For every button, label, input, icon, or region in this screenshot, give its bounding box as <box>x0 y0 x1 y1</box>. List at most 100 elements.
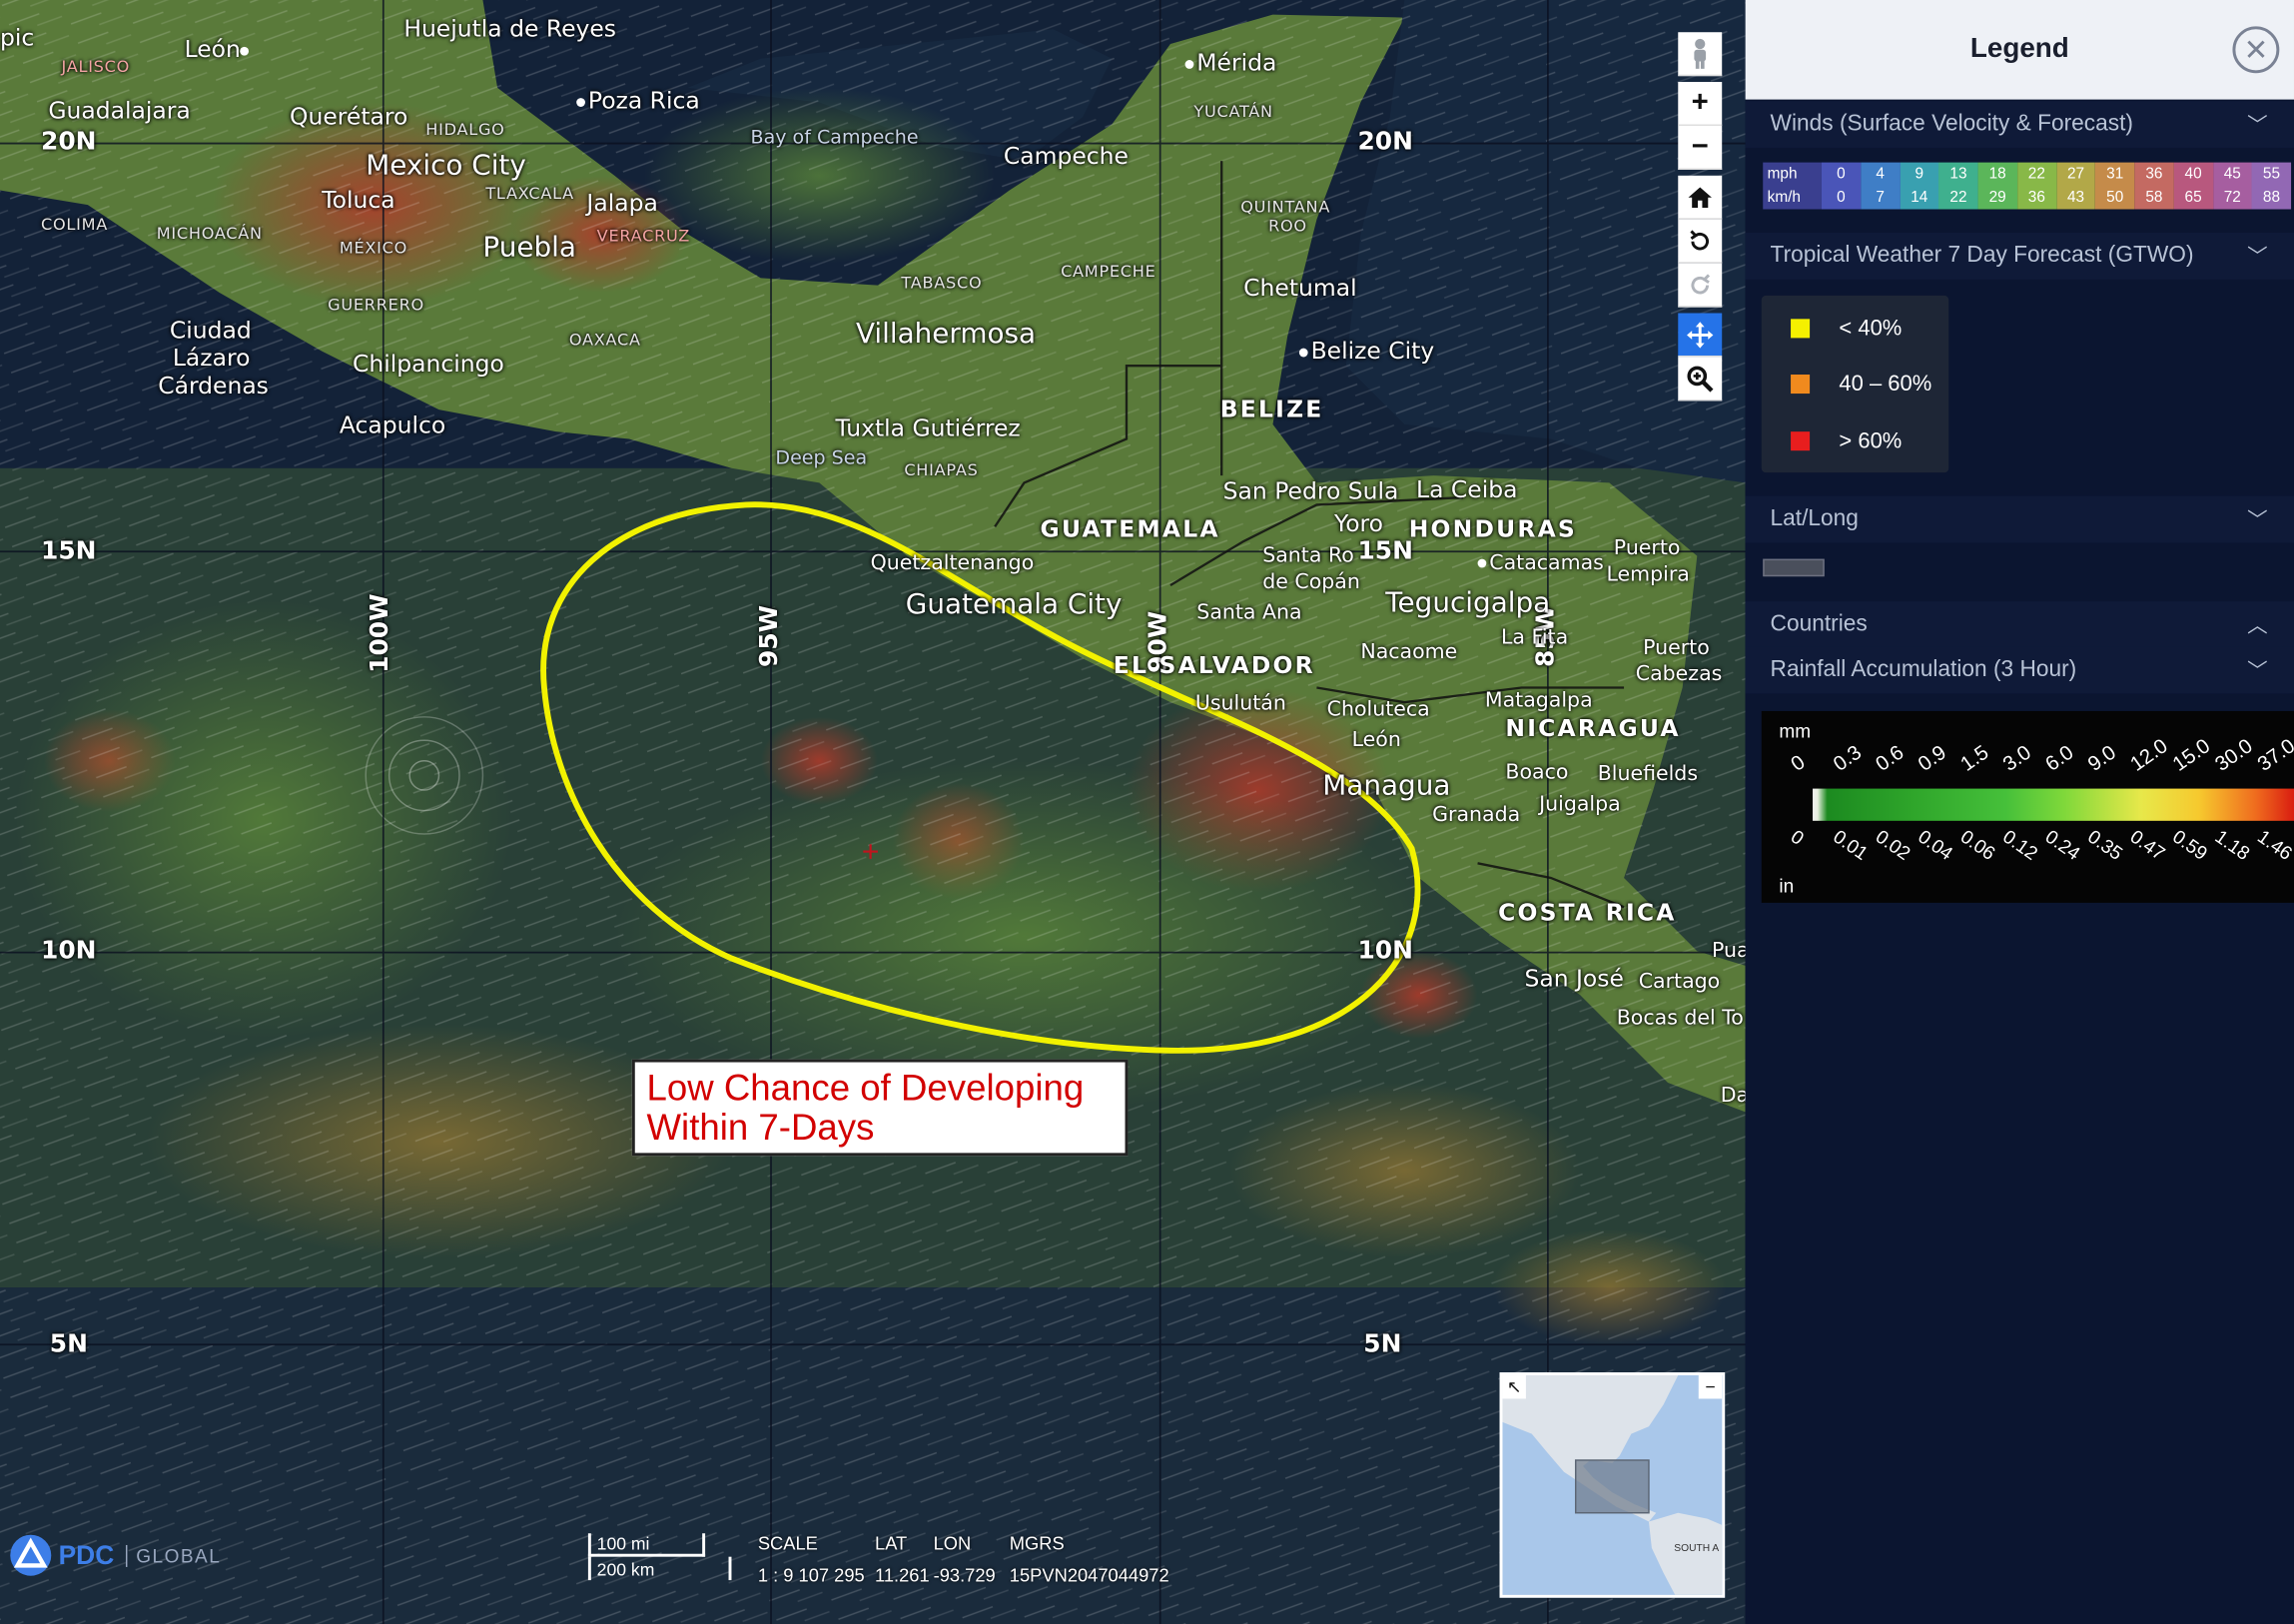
place-label: Matagalpa <box>1484 688 1593 713</box>
place-label: Santa Ana <box>1196 601 1302 625</box>
state-label: GUERRERO <box>328 295 424 315</box>
minimap-expand-icon[interactable]: ↖ <box>1502 1375 1526 1399</box>
wind-scale-step: 31 50 <box>2095 162 2135 210</box>
wind-mph-value: 45 <box>2223 165 2241 184</box>
legend-section-label: Lat/Long <box>1770 505 1859 531</box>
wind-kmh-value: 72 <box>2223 188 2241 207</box>
wind-mph-value: 4 <box>1876 165 1885 184</box>
grid-label-20n-right: 20N <box>1357 127 1413 157</box>
country-label: NICARAGUA <box>1505 713 1681 742</box>
chevron-down-icon: ﹀ <box>2247 658 2268 682</box>
wind-scale-columns: 0 0 4 7 9 14 13 22 18 29 22 36 27 43 31 50 36 58 40 65 45 72 5… <box>1821 162 2292 210</box>
map-view[interactable]: 20N 20N 15N 15N 10N 10N 5N 5N 100W 95W 9… <box>0 0 1746 1624</box>
rain-in-tick: 0.35 <box>2083 825 2127 865</box>
rain-mm-tick: 3.0 <box>1997 739 2035 776</box>
grid-label-10n-right: 10N <box>1357 936 1413 966</box>
place-label: León <box>1351 728 1401 752</box>
wind-kmh-value: 50 <box>2106 188 2124 207</box>
place-label: Poza Rica <box>576 89 700 112</box>
wind-scale-step: 22 36 <box>2016 162 2056 210</box>
place-label-text: Belize City <box>1310 336 1435 365</box>
pan-icon[interactable] <box>1678 313 1723 358</box>
place-label: Tegucigalpa <box>1385 586 1551 619</box>
state-label: YUCATÁN <box>1193 102 1273 122</box>
logo-global: GLOBAL <box>126 1544 221 1567</box>
wind-kmh-value: 7 <box>1876 188 1885 207</box>
legend-section-latlong[interactable]: Lat/Long ﹀ <box>1745 495 2294 543</box>
chevron-up-icon: ︿ <box>2247 612 2268 637</box>
place-label: Cartago <box>1638 970 1721 994</box>
annotation-line-2: Within 7-Days <box>646 1107 875 1149</box>
wind-unit-mph: mph <box>1767 165 1798 184</box>
place-label: Puerto <box>1613 536 1681 561</box>
rotate-left-icon[interactable] <box>1678 219 1723 264</box>
legend-section-winds[interactable]: Winds (Surface Velocity & Forecast) ﹀ <box>1745 101 2294 148</box>
place-label: León <box>185 37 253 61</box>
city-dot-icon <box>1184 59 1194 69</box>
rain-mm-tick: 15.0 <box>2167 733 2214 776</box>
state-label: QUINTANA <box>1240 197 1331 217</box>
minimap-collapse-icon[interactable]: − <box>1698 1375 1723 1399</box>
country-label: BELIZE <box>1219 395 1324 423</box>
rain-in-tick: 0.59 <box>2168 825 2212 865</box>
rain-in-tick: 1.18 <box>2211 825 2255 865</box>
legend-section-gtwo[interactable]: Tropical Weather 7 Day Forecast (GTWO) ﹀ <box>1745 232 2294 280</box>
place-label-text: Mérida <box>1196 48 1277 77</box>
rain-mm-tick: 0.9 <box>1912 739 1950 776</box>
zoom-in-button[interactable]: + <box>1678 82 1723 126</box>
place-label: Cárdenas <box>158 372 269 400</box>
place-label: Choluteca <box>1326 697 1430 722</box>
place-label: Guadalajara <box>48 96 191 125</box>
wind-scale-step: 36 58 <box>2134 162 2174 210</box>
place-label: Granada <box>1432 803 1521 827</box>
country-label: HONDURAS <box>1408 514 1578 543</box>
rain-in-tick: 0.02 <box>1872 825 1915 865</box>
close-icon[interactable]: ✕ <box>2232 26 2280 74</box>
wind-kmh-value: 43 <box>2066 188 2085 207</box>
wind-kmh-value: 36 <box>2027 188 2045 207</box>
annotation-line-1: Low Chance of Developing <box>646 1068 1085 1110</box>
rainfall-color-ramp <box>1813 788 2294 821</box>
place-label: Villahermosa <box>855 317 1037 351</box>
place-label: Quetzaltenango <box>870 551 1035 575</box>
legend-section-label: Rainfall Accumulation (3 Hour) <box>1770 656 2077 682</box>
state-label: CHIAPAS <box>904 460 979 480</box>
overview-minimap[interactable]: ↖ − SOUTH A <box>1499 1372 1726 1598</box>
gtwo-legend: < 40% 40 – 60% > 60% <box>1761 295 1949 473</box>
city-dot-icon <box>240 46 250 55</box>
rain-mm-tick: 6.0 <box>2040 739 2078 776</box>
place-label: de Copán <box>1262 570 1360 594</box>
place-label: Puerto <box>1643 636 1710 660</box>
wind-scale-step: 40 65 <box>2173 162 2213 210</box>
wind-mph-value: 27 <box>2066 165 2085 184</box>
place-label: Guatemala City <box>905 587 1123 621</box>
legend-section-countries[interactable]: Countries ︿ <box>1745 601 2294 648</box>
map-toolbar: + − <box>1678 32 1723 402</box>
zoom-out-button[interactable]: − <box>1678 125 1723 170</box>
place-label: Lempira <box>1606 562 1690 587</box>
home-icon[interactable] <box>1678 175 1723 220</box>
rain-mm-tick: 12.0 <box>2125 733 2172 776</box>
lon-readout-label: LON <box>933 1533 972 1554</box>
wind-scale-step: 27 43 <box>2055 162 2096 210</box>
wind-kmh-value: 22 <box>1949 188 1967 207</box>
pegman-icon[interactable] <box>1678 32 1723 77</box>
forecast-annotation: Low Chance of Developing Within 7-Days <box>631 1059 1129 1157</box>
wind-kmh-value: 58 <box>2145 188 2163 207</box>
grid-label-100w: 100W <box>366 593 395 673</box>
rain-mm-tick: 1.5 <box>1955 739 1993 776</box>
lat-readout-value: 11.261 <box>875 1565 930 1586</box>
rotate-right-icon[interactable] <box>1678 263 1723 308</box>
wind-kmh-value: 88 <box>2262 188 2281 207</box>
zoom-box-icon[interactable] <box>1678 357 1723 402</box>
scale-bar-miles: 100 mi <box>587 1533 706 1557</box>
wind-mph-value: 31 <box>2106 165 2124 184</box>
wind-kmh-value: 14 <box>1911 188 1928 207</box>
wind-mph-value: 9 <box>1914 165 1924 184</box>
wind-kmh-value: 29 <box>1988 188 2006 207</box>
place-label: La Fita <box>1501 625 1569 650</box>
legend-section-rainfall[interactable]: Rainfall Accumulation (3 Hour) ﹀ <box>1745 646 2294 694</box>
rain-mm-tick: 0.3 <box>1828 739 1866 776</box>
gtwo-swatch <box>1791 375 1811 395</box>
place-label: Querétaro <box>290 102 408 131</box>
